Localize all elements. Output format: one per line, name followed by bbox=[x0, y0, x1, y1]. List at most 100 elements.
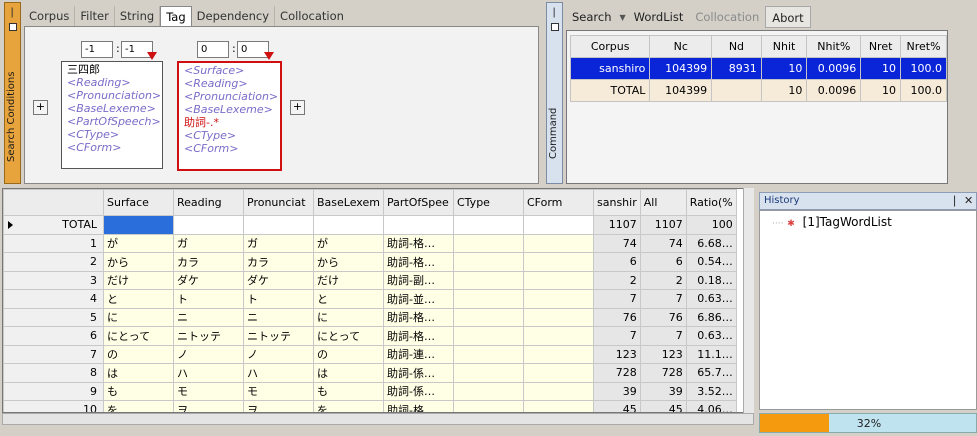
unit1-range-from[interactable]: -1 bbox=[81, 41, 113, 58]
grid-cell[interactable]: ト bbox=[173, 289, 244, 309]
grid-cell[interactable]: カラ bbox=[173, 252, 244, 272]
grid-cell[interactable] bbox=[453, 400, 524, 412]
grid-cell[interactable]: 6.68… bbox=[685, 233, 737, 253]
grid-cell[interactable] bbox=[523, 400, 594, 412]
tab-corpus[interactable]: Corpus bbox=[24, 6, 76, 26]
grid-cell[interactable]: にとって bbox=[313, 326, 384, 346]
unit2-pronunciation[interactable]: <Pronunciation> bbox=[184, 90, 278, 103]
add-unit-left-button[interactable]: + bbox=[33, 100, 48, 115]
grid-cell[interactable]: ノ bbox=[173, 344, 244, 364]
grid-header-10[interactable]: Ratio(% bbox=[685, 189, 737, 216]
grid-cell[interactable]: 0.63… bbox=[685, 289, 737, 309]
grid-cell[interactable] bbox=[453, 344, 524, 364]
grid-cell[interactable]: ノ bbox=[243, 344, 314, 364]
col-nd[interactable]: Nd bbox=[711, 35, 762, 58]
grid-cell[interactable]: モ bbox=[243, 381, 314, 401]
table-row[interactable]: 9 もモモも助詞-係… 39 39 3.52… bbox=[3, 381, 737, 401]
grid-cell[interactable]: 7 bbox=[639, 289, 687, 309]
unit1-cform[interactable]: <CForm> bbox=[67, 141, 157, 154]
grid-cell[interactable] bbox=[523, 344, 594, 364]
grid-cell[interactable]: と bbox=[313, 289, 384, 309]
grid-cell[interactable]: 39 bbox=[593, 381, 641, 401]
grid-cell[interactable]: ニトッテ bbox=[173, 326, 244, 346]
search-conditions-strip[interactable]: ❘ Search Conditions bbox=[4, 2, 21, 184]
grid-cell[interactable]: カラ bbox=[243, 252, 314, 272]
table-row[interactable]: 10 をヲヲを助詞-格… 45 45 4.06… bbox=[3, 400, 737, 412]
grid-cell[interactable] bbox=[523, 215, 594, 235]
grid-cell[interactable]: 助詞-格… bbox=[383, 400, 454, 412]
col-nret[interactable]: Nret bbox=[860, 35, 902, 58]
table-row[interactable]: sanshiro 104399 8931 10 0.0096 10 100.0 bbox=[569, 57, 947, 80]
grid-cell[interactable] bbox=[313, 215, 384, 235]
grid-cell[interactable]: 4.06… bbox=[685, 400, 737, 412]
grid-cell[interactable]: 6 bbox=[593, 252, 641, 272]
grid-cell[interactable]: は bbox=[103, 363, 174, 383]
grid-cell[interactable]: が bbox=[313, 233, 384, 253]
close-icon[interactable]: ✕ bbox=[964, 194, 973, 207]
grid-cell[interactable]: ハ bbox=[243, 363, 314, 383]
unit1-partofspeech[interactable]: <PartOfSpeech> bbox=[67, 115, 161, 128]
col-corpus[interactable]: Corpus bbox=[569, 35, 651, 58]
grid-cell[interactable]: の bbox=[313, 344, 384, 364]
grid-header-1[interactable]: Surface bbox=[103, 189, 174, 216]
grid-cell[interactable] bbox=[453, 289, 524, 309]
grid-cell[interactable]: 0.63… bbox=[685, 326, 737, 346]
grid-cell[interactable]: 76 bbox=[639, 307, 687, 327]
grid-cell[interactable]: 8 bbox=[3, 363, 104, 383]
vertical-scrollbar[interactable] bbox=[743, 188, 754, 413]
grid-cell[interactable] bbox=[453, 363, 524, 383]
grid-cell[interactable]: 7 bbox=[3, 344, 104, 364]
grid-cell[interactable] bbox=[453, 215, 524, 235]
grid-cell[interactable]: ガ bbox=[173, 233, 244, 253]
command-strip[interactable]: ❘ Command bbox=[546, 2, 563, 184]
tab-string[interactable]: String bbox=[115, 6, 161, 26]
grid-cell[interactable]: ニ bbox=[243, 307, 314, 327]
grid-cell[interactable]: にとって bbox=[103, 326, 174, 346]
grid-cell[interactable]: 6 bbox=[639, 252, 687, 272]
grid-cell[interactable]: 1107 bbox=[593, 215, 641, 235]
table-row[interactable]: 8 はハハは助詞-係… 728 728 65.7… bbox=[3, 363, 737, 383]
unit2-surface[interactable]: <Surface> bbox=[184, 64, 275, 77]
grid-cell[interactable]: 728 bbox=[593, 363, 641, 383]
col-nhit[interactable]: Nhit bbox=[760, 35, 808, 58]
grid-header-6[interactable]: CType bbox=[453, 189, 524, 216]
grid-cell[interactable]: だけ bbox=[313, 270, 384, 290]
float-icon[interactable] bbox=[9, 23, 17, 31]
grid-cell[interactable] bbox=[523, 363, 594, 383]
grid-cell[interactable]: 65.7… bbox=[685, 363, 737, 383]
grid-cell[interactable]: 助詞-副… bbox=[383, 270, 454, 290]
unit1-pronunciation[interactable]: <Pronunciation> bbox=[67, 89, 161, 102]
grid-cell[interactable]: も bbox=[313, 381, 384, 401]
collocation-button[interactable]: Collocation bbox=[689, 6, 765, 28]
grid-cell[interactable] bbox=[523, 289, 594, 309]
grid-header-4[interactable]: BaseLexem bbox=[313, 189, 384, 216]
table-row[interactable]: 5 にニニに助詞-格… 76 76 6.86… bbox=[3, 307, 737, 327]
unit2-partofspeech[interactable]: 助詞-.* bbox=[184, 116, 275, 129]
grid-cell[interactable]: 助詞-格… bbox=[383, 326, 454, 346]
grid-cell[interactable]: 123 bbox=[593, 344, 641, 364]
grid-cell[interactable]: 1107 bbox=[639, 215, 687, 235]
grid-cell[interactable]: 3 bbox=[3, 270, 104, 290]
grid-cell[interactable] bbox=[453, 252, 524, 272]
grid-cell[interactable]: ヲ bbox=[173, 400, 244, 412]
grid-cell[interactable] bbox=[523, 326, 594, 346]
col-nc[interactable]: Nc bbox=[649, 35, 713, 58]
grid-cell[interactable]: 2 bbox=[639, 270, 687, 290]
search-button[interactable]: Search bbox=[566, 6, 618, 28]
grid-cell[interactable] bbox=[453, 270, 524, 290]
unit2-reading[interactable]: <Reading> bbox=[184, 77, 275, 90]
grid-cell[interactable]: 3.52… bbox=[685, 381, 737, 401]
grid-cell[interactable]: と bbox=[103, 289, 174, 309]
wordlist-button[interactable]: WordList bbox=[628, 6, 690, 28]
tab-collocation[interactable]: Collocation bbox=[275, 6, 349, 26]
grid-cell[interactable]: 728 bbox=[639, 363, 687, 383]
grid-cell[interactable]: 45 bbox=[639, 400, 687, 412]
grid-cell[interactable]: から bbox=[313, 252, 384, 272]
horizontal-scrollbar[interactable] bbox=[2, 413, 754, 425]
result-grid[interactable]: Surface Reading Pronunciat BaseLexem PartOfS… bbox=[2, 188, 754, 413]
grid-cell[interactable]: 7 bbox=[593, 326, 641, 346]
grid-header-5[interactable]: PartOfSpee bbox=[383, 189, 454, 216]
unit1-dropdown-icon[interactable] bbox=[147, 52, 157, 60]
grid-cell[interactable]: だけ bbox=[103, 270, 174, 290]
grid-header-7[interactable]: CForm bbox=[523, 189, 594, 216]
